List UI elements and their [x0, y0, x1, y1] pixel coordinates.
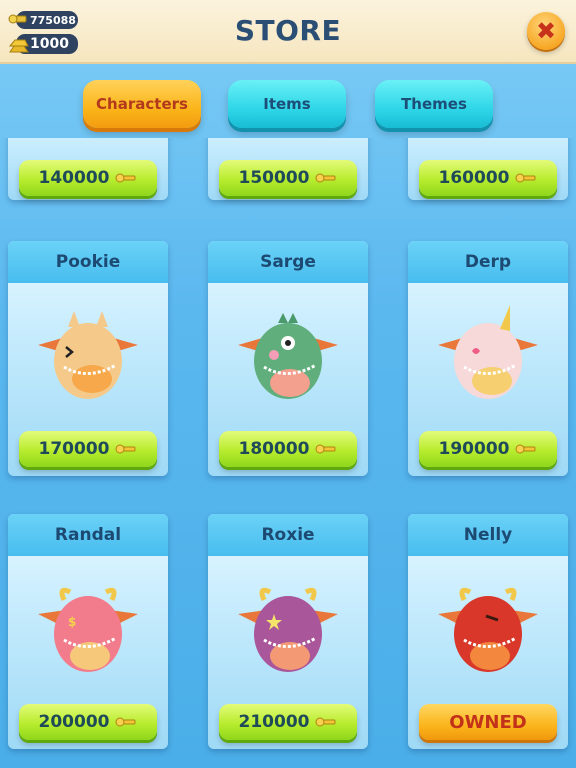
nelly-character-icon: [438, 587, 538, 672]
character-card: 150000: [208, 138, 368, 200]
key-icon: [115, 173, 136, 183]
key-icon: [515, 173, 536, 183]
key-icon: [115, 444, 136, 454]
buy-button[interactable]: 190000: [419, 431, 557, 467]
tab-label: Items: [263, 95, 311, 113]
owned-label: OWNED: [449, 711, 527, 733]
tab-items[interactable]: Items: [228, 80, 346, 128]
derp-character-icon: [438, 305, 538, 399]
key-icon: [315, 444, 336, 454]
randal-character-icon: $: [38, 587, 138, 672]
tab-themes[interactable]: Themes: [375, 80, 493, 128]
owned-badge[interactable]: OWNED: [419, 704, 557, 740]
character-card-roxie[interactable]: Roxie 210000: [208, 514, 368, 749]
character-card-sarge[interactable]: Sarge 180000: [208, 241, 368, 476]
price-label: 170000: [38, 439, 110, 459]
price-label: 200000: [38, 712, 110, 732]
character-card-pookie[interactable]: Pookie 170000: [8, 241, 168, 476]
sarge-character-icon: [238, 313, 338, 399]
character-grid[interactable]: 140000 150000 160000 Pookie 170000 Sarge…: [0, 138, 576, 768]
price-label: 210000: [238, 712, 310, 732]
character-card: 160000: [408, 138, 568, 200]
price-label: 160000: [438, 168, 510, 188]
character-name: Randal: [8, 514, 168, 556]
character-name: Roxie: [208, 514, 368, 556]
key-icon: [115, 717, 136, 727]
price-label: 190000: [438, 439, 510, 459]
buy-button[interactable]: 160000: [419, 160, 557, 196]
buy-button[interactable]: 170000: [19, 431, 157, 467]
price-label: 140000: [38, 168, 110, 188]
buy-button[interactable]: 180000: [219, 431, 357, 467]
buy-button[interactable]: 210000: [219, 704, 357, 740]
character-card: 140000: [8, 138, 168, 200]
key-icon: [315, 173, 336, 183]
svg-text:$: $: [68, 615, 76, 629]
roxie-character-icon: [238, 587, 338, 672]
character-name: Nelly: [408, 514, 568, 556]
character-name: Pookie: [8, 241, 168, 283]
character-card-randal[interactable]: Randal $ 200000: [8, 514, 168, 749]
close-icon: ✖: [535, 17, 557, 45]
price-label: 180000: [238, 439, 310, 459]
key-icon: [515, 444, 536, 454]
tab-characters[interactable]: Characters: [83, 80, 201, 128]
buy-button[interactable]: 140000: [19, 160, 157, 196]
close-button[interactable]: ✖: [527, 12, 565, 50]
character-name: Derp: [408, 241, 568, 283]
buy-button[interactable]: 200000: [19, 704, 157, 740]
pookie-character-icon: [38, 311, 138, 399]
key-icon: [315, 717, 336, 727]
tab-label: Characters: [96, 95, 188, 113]
price-label: 150000: [238, 168, 310, 188]
store-header: 775088 1000 STORE ✖: [0, 0, 576, 64]
tab-label: Themes: [401, 95, 467, 113]
buy-button[interactable]: 150000: [219, 160, 357, 196]
page-title: STORE: [234, 14, 342, 47]
character-card-nelly[interactable]: Nelly OWNED: [408, 514, 568, 749]
character-card-derp[interactable]: Derp 190000: [408, 241, 568, 476]
character-name: Sarge: [208, 241, 368, 283]
